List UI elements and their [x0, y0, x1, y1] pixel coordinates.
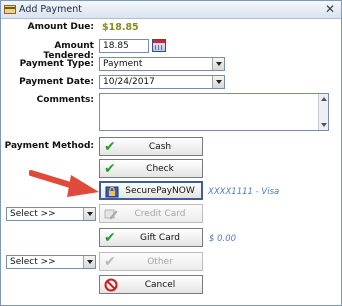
title-bar: Add Payment ✕ — [1, 1, 341, 19]
calendar-icon[interactable] — [152, 39, 166, 52]
credit-card-pencil-icon — [104, 209, 118, 220]
payment-type-value: Payment — [103, 59, 143, 69]
checkmark-icon: ✔ — [104, 230, 116, 246]
cash-button-label: Cash — [148, 142, 172, 152]
securepay-lock-icon — [105, 186, 119, 198]
cancel-button-label: Cancel — [144, 280, 176, 290]
securepay-button-label: SecurePayNOW — [125, 186, 195, 196]
comments-textarea[interactable] — [99, 93, 329, 131]
amount-tendered-label: Amount Tendered: — [43, 41, 94, 61]
add-payment-dialog: Add Payment ✕ Amount Due: $18.85 Amount … — [0, 0, 342, 306]
chevron-down-icon — [83, 208, 95, 220]
close-button[interactable]: ✕ — [323, 2, 337, 17]
payment-date-label: Payment Date: — [19, 77, 94, 87]
payment-date-value: 10/24/2017 — [103, 77, 155, 87]
other-button-label: Other — [147, 257, 173, 267]
credit-card-select-value: Select >> — [10, 209, 56, 219]
arrow-pointer-graphic — [29, 170, 99, 197]
other-button[interactable]: ✔ Other — [99, 252, 203, 271]
chevron-down-icon — [83, 256, 95, 268]
card-on-file-note: XXXX1111 - Visa — [208, 187, 280, 197]
securepay-button[interactable]: SecurePayNOW — [99, 181, 203, 200]
prohibited-icon — [104, 278, 118, 292]
gift-card-balance: $ 0.00 — [209, 234, 237, 244]
amount-due-value: $18.85 — [102, 22, 139, 33]
chevron-down-icon — [212, 76, 224, 88]
checkmark-icon: ✔ — [104, 161, 116, 177]
scroll-down-icon[interactable] — [321, 123, 327, 127]
comments-scrollbar[interactable] — [318, 94, 328, 130]
credit-card-select[interactable]: Select >> — [6, 207, 96, 221]
payment-date-select[interactable]: 10/24/2017 — [99, 75, 225, 89]
checkmark-icon: ✔ — [104, 254, 116, 270]
chevron-down-icon — [212, 58, 224, 70]
gift-card-button[interactable]: ✔ Gift Card — [99, 228, 203, 247]
payment-type-label: Payment Type: — [19, 59, 94, 69]
check-button[interactable]: ✔ Check — [99, 159, 203, 178]
gift-card-button-label: Gift Card — [140, 233, 180, 243]
add-payment-icon — [4, 5, 16, 14]
comments-label: Comments: — [36, 95, 94, 105]
amount-tendered-input[interactable]: 18.85 — [99, 39, 149, 53]
credit-card-button-label: Credit Card — [134, 209, 186, 219]
other-select-value: Select >> — [10, 257, 56, 267]
payment-type-select[interactable]: Payment — [99, 57, 225, 71]
check-button-label: Check — [146, 164, 174, 174]
cancel-button[interactable]: Cancel — [99, 275, 203, 294]
scroll-up-icon[interactable] — [321, 97, 327, 101]
amount-due-label: Amount Due: — [27, 22, 94, 32]
other-select[interactable]: Select >> — [6, 255, 96, 269]
checkmark-icon: ✔ — [104, 139, 116, 155]
credit-card-button[interactable]: Credit Card — [99, 204, 203, 223]
window-title: Add Payment — [19, 4, 83, 15]
cash-button[interactable]: ✔ Cash — [99, 137, 203, 156]
payment-method-label: Payment Method: — [4, 141, 94, 151]
